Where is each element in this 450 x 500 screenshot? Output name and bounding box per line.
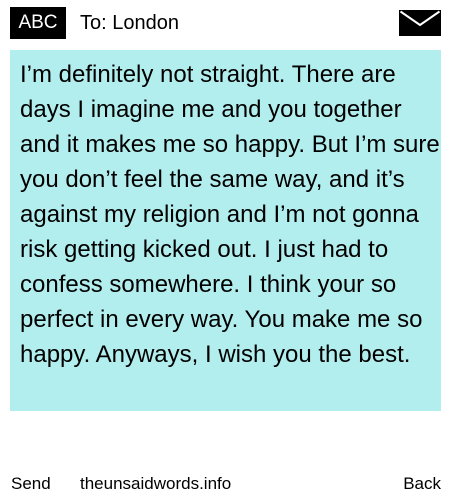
abc-badge: ABC bbox=[10, 7, 66, 39]
message-body: I’m definitely not straight. There are d… bbox=[20, 61, 440, 368]
back-button[interactable]: Back bbox=[403, 470, 441, 498]
envelope-icon[interactable] bbox=[399, 10, 441, 36]
site-label: theunsaidwords.info bbox=[80, 474, 232, 493]
header: ABC To: London bbox=[0, 0, 450, 50]
send-button[interactable]: Send bbox=[11, 470, 51, 498]
footer: Send theunsaidwords.info Back bbox=[0, 470, 450, 498]
recipient-label: To: London bbox=[80, 12, 179, 34]
